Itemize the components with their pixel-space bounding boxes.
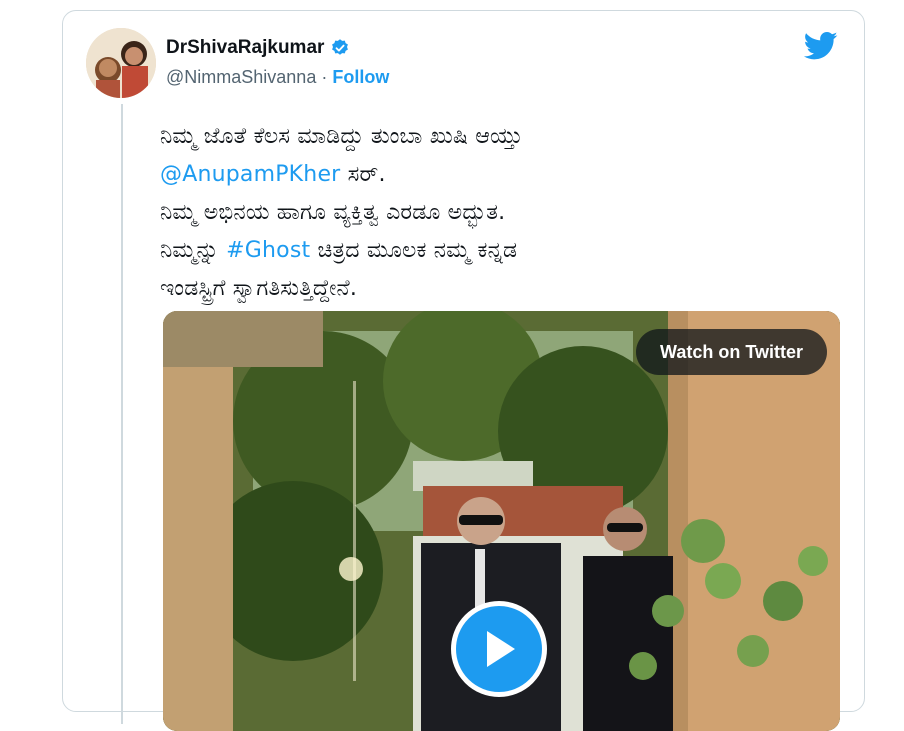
hashtag-link[interactable]: #Ghost [226,238,310,263]
display-name[interactable]: DrShivaRajkumar [166,37,324,59]
twitter-bird-icon[interactable] [804,31,838,61]
tweet-text-segment: ನಿಮ್ಮ ಅಭಿನಯ ಹಾಗೂ ವ್ಯಕ್ತಿತ್ವ ಎರಡೂ ಅದ್ಭುತ. [160,200,506,225]
avatar[interactable] [86,28,156,98]
follow-button[interactable]: Follow [332,67,389,88]
tweet-line-3: ನಿಮ್ಮ ಅಭಿನಯ ಹಾಗೂ ವ್ಯಕ್ತಿತ್ವ ಎರಡೂ ಅದ್ಭುತ. [160,194,840,232]
play-icon [487,631,515,667]
tweet-line-2: @AnupamPKher ಸರ್. [160,156,840,194]
play-button[interactable] [451,601,547,697]
mention-link[interactable]: @AnupamPKher [160,162,340,187]
tweet-line-4: ನಿಮ್ಮನ್ನು #Ghost ಚಿತ್ರದ ಮೂಲಕ ನಮ್ಮ ಕನ್ನಡ [160,232,840,270]
user-handle[interactable]: @NimmaShivanna [166,67,316,88]
thread-line [121,104,123,724]
tweet-line-1: ನಿಮ್ಮ ಜೊತೆ ಕೆಲಸ ಮಾಡಿದ್ದು ತುಂಬಾ ಖುಷಿ ಆಯ್ತ… [160,118,840,156]
tweet-text-segment: ಇಂಡಸ್ಟ್ರಿಗೆ ಸ್ವಾಗತಿಸುತ್ತಿದ್ದೇನೆ. [160,276,358,301]
tweet-text-segment: ಸರ್. [340,162,386,187]
verified-badge-icon [332,39,349,55]
tweet-card[interactable]: DrShivaRajkumar @NimmaShivanna · Follow … [62,10,865,731]
tweet-text-segment: ನಿಮ್ಮನ್ನು [160,238,227,263]
tweet-text-segment: ಚಿತ್ರದ ಮೂಲಕ ನಮ್ಮ ಕನ್ನಡ [310,238,518,263]
watch-on-twitter-button[interactable]: Watch on Twitter [636,329,827,375]
tweet-text-segment: ನಿಮ್ಮ ಜೊತೆ ಕೆಲಸ ಮಾಡಿದ್ದು ತುಂಬಾ ಖುಷಿ ಆಯ್ತ… [160,124,523,149]
tweet-text: ನಿಮ್ಮ ಜೊತೆ ಕೆಲಸ ಮಾಡಿದ್ದು ತುಂಬಾ ಖುಷಿ ಆಯ್ತ… [160,118,840,308]
separator-dot: · [321,67,328,87]
video-media[interactable]: Watch on Twitter [163,311,840,731]
tweet-line-5: ಇಂಡಸ್ಟ್ರಿಗೆ ಸ್ವಾಗತಿಸುತ್ತಿದ್ದೇನೆ. [160,270,840,308]
